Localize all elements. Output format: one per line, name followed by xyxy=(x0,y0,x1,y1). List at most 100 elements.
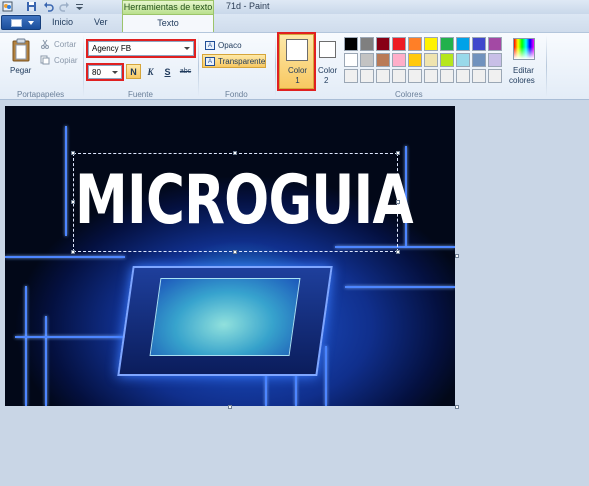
scissors-icon xyxy=(41,39,49,49)
group-label-fuente: Fuente xyxy=(128,90,153,99)
font-size-select[interactable]: 80 xyxy=(86,63,124,81)
contextual-tab-label: Herramientas de texto xyxy=(122,0,214,14)
palette-color-swatch[interactable] xyxy=(456,53,470,67)
circuit-trace xyxy=(345,286,455,288)
customize-quick-access-icon[interactable] xyxy=(74,1,85,12)
group-divider xyxy=(275,35,276,97)
transparent-icon: A xyxy=(205,57,215,66)
palette-color-swatch[interactable] xyxy=(408,69,422,83)
palette-color-swatch[interactable] xyxy=(472,69,486,83)
tab-texto[interactable]: Texto xyxy=(122,14,214,33)
redo-icon[interactable] xyxy=(59,1,70,12)
palette-color-swatch[interactable] xyxy=(440,37,454,51)
group-label-fondo: Fondo xyxy=(225,90,248,99)
selection-handle[interactable] xyxy=(71,151,75,155)
paint-menu-button[interactable] xyxy=(1,15,41,30)
palette-color-swatch[interactable] xyxy=(472,37,486,51)
underline-button[interactable]: S xyxy=(160,64,175,79)
color1-button[interactable]: Color 1 xyxy=(277,32,316,91)
color2-label-line1: Color xyxy=(318,66,338,75)
selection-handle[interactable] xyxy=(396,200,400,204)
palette-color-swatch[interactable] xyxy=(376,37,390,51)
circuit-trace xyxy=(65,126,67,236)
copy-icon xyxy=(40,55,50,65)
selection-handle[interactable] xyxy=(233,151,237,155)
tab-ver[interactable]: Ver xyxy=(94,17,108,27)
palette-color-swatch[interactable] xyxy=(440,53,454,67)
bold-button[interactable]: N xyxy=(126,64,141,79)
group-label-portapapeles: Portapapeles xyxy=(17,90,65,99)
title-bar: Herramientas de texto 71d - Paint xyxy=(0,0,589,14)
palette-color-swatch[interactable] xyxy=(376,53,390,67)
palette-color-swatch[interactable] xyxy=(424,69,438,83)
palette-color-swatch[interactable] xyxy=(344,37,358,51)
color1-label-line1: Color xyxy=(287,66,308,75)
font-size-value: 80 xyxy=(92,68,101,77)
palette-color-swatch[interactable] xyxy=(472,53,486,67)
group-divider xyxy=(198,35,199,97)
canvas-resize-handle[interactable] xyxy=(455,254,459,258)
undo-icon[interactable] xyxy=(43,1,54,12)
palette-color-swatch[interactable] xyxy=(456,69,470,83)
circuit-trace xyxy=(325,346,327,406)
transparent-button[interactable]: A Transparente xyxy=(202,54,267,68)
selection-handle[interactable] xyxy=(71,250,75,254)
color-spectrum-icon[interactable] xyxy=(513,38,535,60)
palette-color-swatch[interactable] xyxy=(424,53,438,67)
selection-handle[interactable] xyxy=(396,250,400,254)
color2-swatch xyxy=(319,41,336,58)
opaque-button[interactable]: A Opaco xyxy=(202,38,243,52)
italic-button[interactable]: K xyxy=(143,64,158,79)
selection-handle[interactable] xyxy=(233,250,237,254)
palette-color-swatch[interactable] xyxy=(488,53,502,67)
font-family-select[interactable]: Agency FB xyxy=(86,39,196,58)
cut-button[interactable]: Cortar xyxy=(54,40,76,49)
paste-button[interactable]: Pegar xyxy=(10,66,31,75)
ribbon-tab-row xyxy=(0,14,589,32)
edit-colors-label-line1[interactable]: Editar xyxy=(513,66,534,75)
palette-color-swatch[interactable] xyxy=(344,53,358,67)
palette-color-swatch[interactable] xyxy=(440,69,454,83)
circuit-trace xyxy=(25,286,27,406)
selection-handle[interactable] xyxy=(71,200,75,204)
palette-color-swatch[interactable] xyxy=(360,69,374,83)
palette-color-swatch[interactable] xyxy=(408,37,422,51)
palette-color-swatch[interactable] xyxy=(392,53,406,67)
circuit-trace xyxy=(15,336,125,338)
opaque-icon: A xyxy=(205,41,215,50)
copy-button[interactable]: Copiar xyxy=(54,56,78,65)
color1-label-line2: 1 xyxy=(295,76,300,85)
document-icon xyxy=(11,19,22,27)
palette-color-swatch[interactable] xyxy=(424,37,438,51)
palette-color-swatch[interactable] xyxy=(488,37,502,51)
palette-color-swatch[interactable] xyxy=(392,69,406,83)
chevron-down-icon xyxy=(112,71,118,74)
edit-colors-label-line2[interactable]: colores xyxy=(509,76,535,85)
window-title: 71d - Paint xyxy=(226,1,270,11)
paint-app-icon[interactable] xyxy=(2,1,13,12)
color1-swatch xyxy=(286,39,308,61)
save-icon[interactable] xyxy=(26,1,37,12)
palette-color-swatch[interactable] xyxy=(408,53,422,67)
palette-color-swatch[interactable] xyxy=(456,37,470,51)
font-family-value: Agency FB xyxy=(92,44,132,53)
strikethrough-button[interactable]: abc xyxy=(177,64,194,79)
chevron-down-icon xyxy=(184,47,190,50)
selection-handle[interactable] xyxy=(396,151,400,155)
tab-inicio[interactable]: Inicio xyxy=(52,17,73,27)
clipboard-icon[interactable] xyxy=(11,38,31,62)
transparent-label: Transparente xyxy=(218,57,266,66)
canvas-resize-handle[interactable] xyxy=(228,405,232,409)
palette-color-swatch[interactable] xyxy=(360,53,374,67)
group-divider xyxy=(546,35,547,97)
palette-color-swatch[interactable] xyxy=(488,69,502,83)
palette-color-swatch[interactable] xyxy=(392,37,406,51)
palette-color-swatch[interactable] xyxy=(344,69,358,83)
opaque-label: Opaco xyxy=(218,41,242,50)
circuit-trace xyxy=(45,316,47,406)
chevron-down-icon xyxy=(28,21,34,25)
palette-color-swatch[interactable] xyxy=(360,37,374,51)
canvas-resize-handle[interactable] xyxy=(455,405,459,409)
canvas-text[interactable]: MICROGUIA xyxy=(75,161,414,241)
palette-color-swatch[interactable] xyxy=(376,69,390,83)
